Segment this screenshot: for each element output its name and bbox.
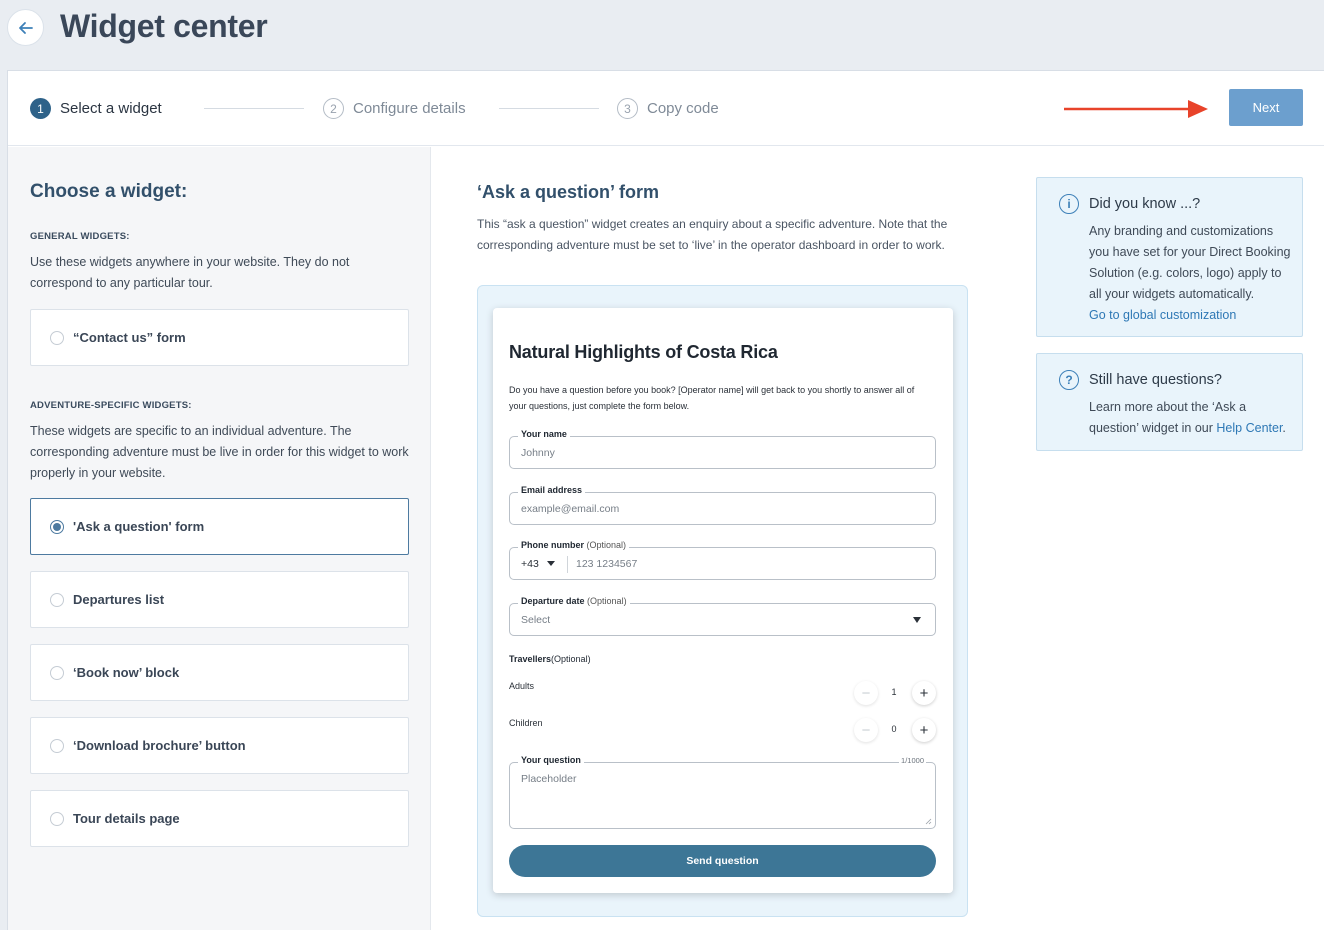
help-box: ? Still have questions? Learn more about… (1036, 353, 1303, 451)
step-number: 3 (617, 98, 638, 119)
option-contact-us[interactable]: “Contact us” form (30, 309, 409, 366)
adults-stepper: Adults − 1 + (509, 681, 936, 705)
step-label: Select a widget (60, 100, 162, 117)
email-field[interactable]: Email address example@email.com (509, 485, 936, 525)
option-label: Departures list (73, 592, 165, 607)
did-you-know-box: i Did you know ...? Any branding and cus… (1036, 177, 1303, 337)
minus-icon[interactable]: − (854, 718, 878, 742)
info-icon: i (1059, 194, 1079, 214)
info-title: Still have questions? (1089, 372, 1222, 388)
general-widgets-desc: Use these widgets anywhere in your websi… (30, 255, 350, 290)
field-placeholder: 123 1234567 (576, 558, 638, 570)
field-label: Phone number (521, 540, 585, 550)
send-question-button[interactable]: Send question (509, 845, 936, 877)
option-label: Tour details page (73, 811, 180, 826)
option-ask-question[interactable]: 'Ask a question' form (30, 498, 409, 555)
widget-preview: Natural Highlights of Costa Rica Do you … (493, 308, 953, 893)
widget-description: This “ask a question” widget creates an … (477, 217, 948, 252)
option-tour-details[interactable]: Tour details page (30, 790, 409, 847)
children-stepper: Children − 0 + (509, 718, 936, 742)
option-label: 'Ask a question' form (73, 519, 205, 534)
option-label: ‘Download brochure’ button (73, 738, 246, 753)
name-field[interactable]: Your name Johnny (509, 429, 936, 469)
select-value: Select (521, 614, 551, 626)
radio-button[interactable] (50, 519, 64, 534)
country-code-select[interactable]: +43 (521, 558, 539, 570)
info-title: Did you know ...? (1089, 196, 1201, 212)
plus-icon[interactable]: + (912, 718, 936, 742)
widget-center-card: 1 Select a widget 2 Configure details 3 … (7, 70, 1324, 930)
caret-down-icon (547, 561, 555, 566)
option-label: “Contact us” form (73, 330, 186, 345)
divider (567, 556, 568, 573)
info-body: Learn more about the ‘Ask a question’ wi… (1089, 400, 1286, 435)
step-configure-details[interactable]: 2 Configure details (323, 98, 466, 119)
minus-icon[interactable]: − (854, 681, 878, 705)
option-label: ‘Book now’ block (73, 665, 180, 680)
option-departures-list[interactable]: Departures list (30, 571, 409, 628)
radio-button[interactable] (50, 665, 64, 680)
adventure-widgets-heading: ADVENTURE-SPECIFIC WIDGETS: (30, 400, 192, 411)
general-widgets-heading: GENERAL WIDGETS: (30, 231, 130, 242)
page-title: Widget center (60, 8, 268, 44)
option-book-now[interactable]: ‘Book now’ block (30, 644, 409, 701)
field-label: Your name (521, 429, 567, 439)
next-button[interactable]: Next (1229, 89, 1303, 126)
info-body: Any branding and customizations you have… (1089, 224, 1291, 322)
preview-description: Do you have a question before you book? … (509, 385, 915, 411)
resize-handle-icon[interactable] (925, 818, 932, 825)
caret-down-icon (913, 617, 921, 623)
step-select-widget[interactable]: 1 Select a widget (30, 98, 162, 119)
help-center-link[interactable]: Help Center (1216, 421, 1282, 435)
panel-title: Choose a widget: (30, 181, 188, 202)
arrow-left-icon (18, 21, 33, 34)
widget-preview-area: Natural Highlights of Costa Rica Do you … (477, 285, 968, 917)
widget-selection-panel: Choose a widget: GENERAL WIDGETS: Use th… (8, 147, 431, 930)
radio-button[interactable] (50, 738, 64, 753)
phone-field[interactable]: Phone number (Optional) +43 123 1234567 (509, 540, 936, 580)
radio-button[interactable] (50, 592, 64, 607)
option-download-brochure[interactable]: ‘Download brochure’ button (30, 717, 409, 774)
children-label: Children (509, 718, 543, 728)
radio-button[interactable] (50, 330, 64, 345)
stepper: 1 Select a widget 2 Configure details 3 … (8, 71, 1324, 146)
optional-label: (Optional) (586, 540, 627, 550)
step-number: 1 (30, 98, 51, 119)
step-copy-code[interactable]: 3 Copy code (617, 98, 719, 119)
preview-title: Natural Highlights of Costa Rica (509, 342, 778, 362)
question-mark-icon: ? (1059, 370, 1079, 390)
global-customization-link[interactable]: Go to global customization (1089, 308, 1236, 322)
travellers-heading: Travellers(Optional) (509, 654, 591, 664)
step-label: Configure details (353, 100, 466, 117)
children-count: 0 (891, 724, 897, 734)
step-divider (204, 108, 304, 109)
step-label: Copy code (647, 100, 719, 117)
step-divider (499, 108, 599, 109)
step-number: 2 (323, 98, 344, 119)
field-label: Email address (521, 485, 583, 495)
adventure-widgets-desc: These widgets are specific to an individ… (30, 424, 409, 480)
optional-label: (Optional) (587, 596, 627, 606)
field-label: Departure date (521, 596, 585, 606)
back-button[interactable] (7, 9, 44, 46)
departure-date-select[interactable]: Departure date (Optional) Select (509, 596, 936, 636)
question-textarea[interactable]: Your question 1/1000 Placeholder (509, 755, 936, 829)
adults-count: 1 (891, 687, 897, 697)
adults-label: Adults (509, 681, 535, 691)
field-placeholder: example@email.com (521, 503, 620, 515)
radio-button[interactable] (50, 811, 64, 826)
field-placeholder: Placeholder (521, 773, 577, 785)
widget-title: ‘Ask a question’ form (477, 182, 660, 202)
character-count: 1/1000 (899, 756, 926, 765)
field-placeholder: Johnny (521, 447, 555, 459)
field-label: Your question (521, 755, 581, 765)
plus-icon[interactable]: + (912, 681, 936, 705)
annotation-arrow-icon (1064, 100, 1208, 118)
